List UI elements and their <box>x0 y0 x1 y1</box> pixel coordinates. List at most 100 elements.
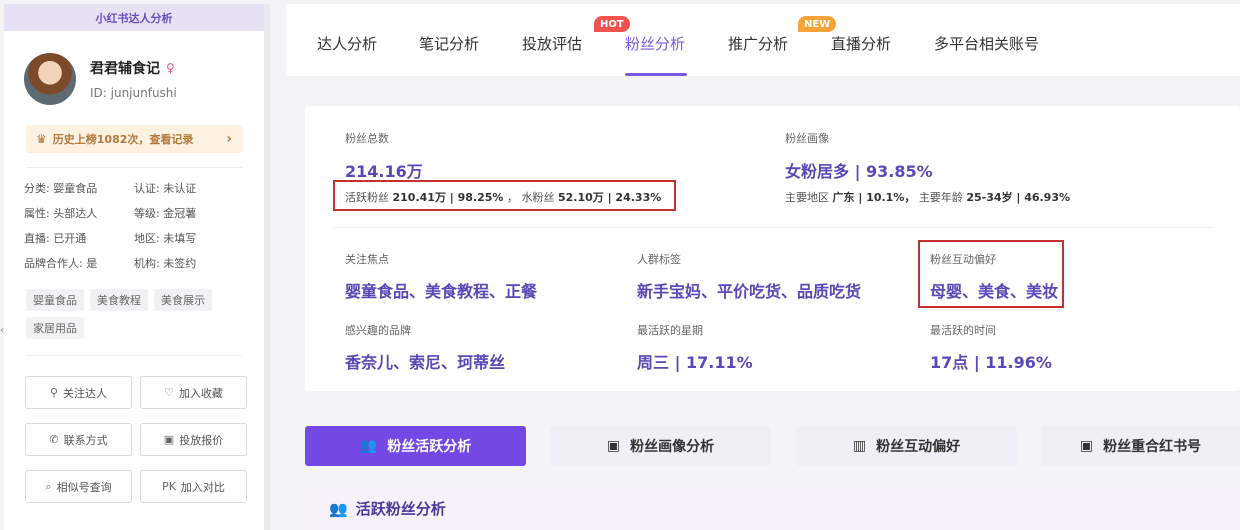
tag-item[interactable]: 家居用品 <box>26 317 84 339</box>
active-week-value: 周三 | 17.11% <box>637 353 753 372</box>
compare-label: 加入对比 <box>180 480 225 494</box>
compare-button[interactable]: PK 加入对比 <box>140 470 247 503</box>
tab-placement-evaluation[interactable]: 投放评估 <box>522 33 582 54</box>
tab-note-analysis[interactable]: 笔记分析 <box>419 33 479 54</box>
fans-overview-card: 粉丝总数 214.16万 活跃粉丝 210.41万 | 98.25% ， 水粉丝… <box>305 106 1240 391</box>
top-tab-bar: 达人分析 笔记分析 投放评估 HOT 粉丝分析 推广分析 NEW 直播分析 多平… <box>286 4 1240 76</box>
follow-button[interactable]: ⚲ 关注达人 <box>25 376 132 409</box>
follow-icon: ⚲ <box>49 386 59 399</box>
people-icon: 👥 <box>329 499 348 518</box>
fans-total-label: 粉丝总数 <box>345 132 389 145</box>
sidebar: 小红书达人分析 君君辅食记 ♀ ID: junjunfushi ♛ 历史上榜10… <box>4 4 270 530</box>
similar-search-button[interactable]: ⌕ 相似号查询 <box>25 470 132 503</box>
people-icon: 👥 <box>359 438 378 454</box>
subtab-fans-portrait-label: 粉丝画像分析 <box>630 439 715 455</box>
attr-live: 直播: 已开通 <box>24 232 87 245</box>
tab-influencer-analysis[interactable]: 达人分析 <box>317 33 377 54</box>
crowd-tag-label: 人群标签 <box>637 253 681 266</box>
subtab-fans-overlap-label: 粉丝重合红书号 <box>1103 439 1202 455</box>
phone-icon: ✆ <box>49 433 59 446</box>
active-tab-indicator <box>625 73 687 76</box>
profile-card: 君君辅食记 ♀ ID: junjunfushi <box>4 31 264 105</box>
age-value: 25-34岁 | 46.93% <box>966 191 1071 204</box>
attribute-list: 分类: 婴童食品 认证: 未认证 属性: 头部达人 等级: 金冠薯 直播: 已开… <box>4 168 264 271</box>
region-value: 广东 | 10.1%， <box>832 191 916 204</box>
profile-id: ID: junjunfushi <box>90 86 177 100</box>
fans-total-value: 214.16万 <box>345 162 423 181</box>
action-buttons: ⚲ 关注达人 ♡ 加入收藏 ✆ 联系方式 ▣ 投放报价 ⌕ 相似号查询 PK 加… <box>4 356 264 503</box>
crowd-tag-value: 新手宝妈、平价吃货、品质吃货 <box>637 282 862 301</box>
quote-label: 投放报价 <box>179 433 224 447</box>
history-ranking-link[interactable]: ♛ 历史上榜1082次，查看记录 › <box>26 125 242 153</box>
profile-card-icon: ▣ <box>1079 438 1094 454</box>
contact-button[interactable]: ✆ 联系方式 <box>25 423 132 456</box>
profile-name: 君君辅食记 <box>90 61 160 77</box>
attr-agency: 机构: 未签约 <box>134 257 197 270</box>
subtab-fans-portrait[interactable]: ▣ 粉丝画像分析 <box>550 426 771 466</box>
portrait-value: 女粉居多 | 93.85% <box>785 162 933 181</box>
sidebar-title: 小红书达人分析 <box>4 4 264 31</box>
crown-icon: ♛ <box>36 132 47 146</box>
active-fans-label: 活跃粉丝 <box>345 191 389 204</box>
subtab-fans-interaction[interactable]: ▥ 粉丝互动偏好 <box>796 426 1017 466</box>
tab-fans-analysis[interactable]: 粉丝分析 <box>625 33 685 54</box>
follow-label: 关注达人 <box>63 386 108 400</box>
favorite-label: 加入收藏 <box>178 386 223 400</box>
attr-region: 地区: 未填写 <box>134 232 197 245</box>
collapse-arrow-icon[interactable]: ‹ <box>0 325 4 336</box>
active-water-fans-line: 活跃粉丝 210.41万 | 98.25% ， 水粉丝 52.10万 | 24.… <box>345 189 661 205</box>
quote-icon: ▣ <box>163 433 175 446</box>
water-fans-label: 水粉丝 <box>521 191 555 204</box>
interaction-pref-value: 母婴、美食、美妆 <box>930 282 1059 301</box>
tab-promotion-analysis[interactable]: 推广分析 <box>728 33 788 54</box>
subtab-fans-overlap[interactable]: ▣ 粉丝重合红书号 <box>1041 426 1240 466</box>
attr-level: 等级: 金冠薯 <box>134 207 197 220</box>
subtab-fans-interaction-label: 粉丝互动偏好 <box>876 439 961 455</box>
search-icon: ⌕ <box>45 479 52 493</box>
favorite-button[interactable]: ♡ 加入收藏 <box>140 376 247 409</box>
water-fans-value: 52.10万 | 24.33% <box>557 191 662 204</box>
tag-item[interactable]: 美食教程 <box>90 289 148 311</box>
bar-chart-icon: ▥ <box>852 438 867 454</box>
active-week-label: 最活跃的星期 <box>637 324 703 337</box>
new-badge: NEW <box>798 16 837 32</box>
separator-comma: ， <box>506 191 518 204</box>
subtab-fans-activity-label: 粉丝活跃分析 <box>387 439 472 455</box>
divider <box>333 227 1213 228</box>
attr-certification: 认证: 未认证 <box>134 182 197 195</box>
active-fans-value: 210.41万 | 98.25% <box>392 191 504 204</box>
attr-category: 分类: 婴童食品 <box>24 182 98 195</box>
focus-value: 婴童食品、美食教程、正餐 <box>345 282 538 301</box>
profile-card-icon: ▣ <box>606 438 621 454</box>
heart-icon: ♡ <box>164 386 174 399</box>
active-time-value: 17点 | 11.96% <box>930 353 1052 372</box>
chevron-right-icon: › <box>226 131 232 147</box>
attr-property: 属性: 头部达人 <box>24 207 98 220</box>
brand-label: 感兴趣的品牌 <box>345 324 411 337</box>
attr-brand-partner: 品牌合作人: 是 <box>24 257 98 270</box>
tab-live-analysis[interactable]: 直播分析 <box>831 33 891 54</box>
tag-item[interactable]: 婴童食品 <box>26 289 84 311</box>
history-ranking-text: 历史上榜1082次，查看记录 <box>52 133 194 146</box>
section-header: 👥 活跃粉丝分析 <box>305 487 1240 530</box>
subtab-fans-activity[interactable]: 👥 粉丝活跃分析 <box>305 426 526 466</box>
pk-icon: PK <box>162 480 176 493</box>
tag-list: 婴童食品 美食教程 美食展示 家居用品 <box>4 271 264 339</box>
similar-search-label: 相似号查询 <box>56 480 112 494</box>
focus-label: 关注焦点 <box>345 253 389 266</box>
section-title: 活跃粉丝分析 <box>355 500 446 518</box>
interaction-pref-label: 粉丝互动偏好 <box>930 253 996 266</box>
active-time-label: 最活跃的时间 <box>930 324 996 337</box>
tag-item[interactable]: 美食展示 <box>154 289 212 311</box>
quote-button[interactable]: ▣ 投放报价 <box>140 423 247 456</box>
portrait-label: 粉丝画像 <box>785 132 829 145</box>
region-age-line: 主要地区 广东 | 10.1%， 主要年龄 25-34岁 | 46.93% <box>785 189 1070 205</box>
tab-multiplatform-accounts[interactable]: 多平台相关账号 <box>934 33 1039 54</box>
brand-value: 香奈儿、索尼、珂蒂丝 <box>345 353 506 372</box>
hot-badge: HOT <box>594 16 630 32</box>
region-label: 主要地区 <box>785 191 829 204</box>
avatar[interactable] <box>24 53 76 105</box>
age-label: 主要年龄 <box>918 191 963 204</box>
female-icon: ♀ <box>166 61 175 75</box>
contact-label: 联系方式 <box>63 433 108 447</box>
